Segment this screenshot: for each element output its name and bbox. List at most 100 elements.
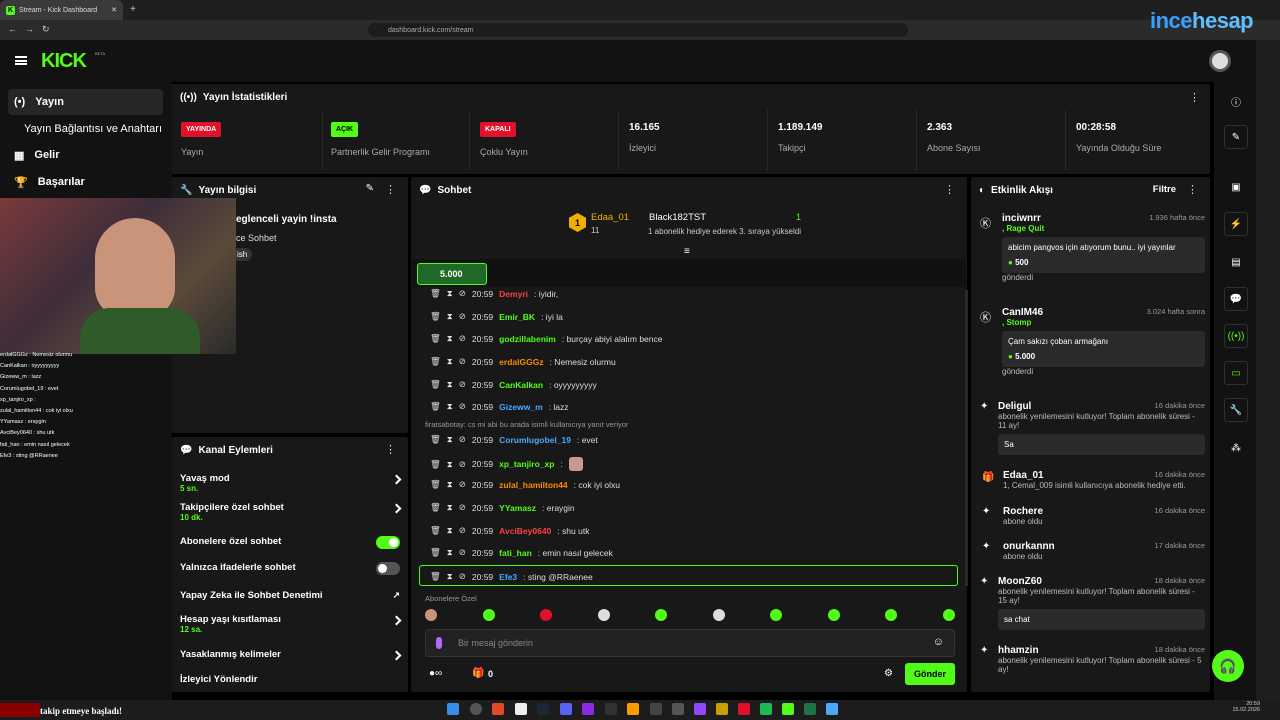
brave-icon[interactable] bbox=[492, 703, 504, 715]
toggle-on[interactable] bbox=[376, 536, 400, 549]
timeout-icon[interactable]: ⧗ bbox=[447, 571, 453, 582]
trash-icon[interactable]: 🗑 bbox=[430, 333, 441, 344]
action-subs-only[interactable]: Abonelere özel sohbet bbox=[180, 536, 400, 549]
action-ai-moderation[interactable]: Yapay Zeka ile Sohbet Denetimi ↗ bbox=[180, 590, 400, 601]
timeout-icon[interactable]: ⧗ bbox=[447, 434, 453, 445]
top-gifter-name[interactable]: Edaa_01 bbox=[591, 212, 629, 223]
nav-arrows-icon[interactable]: ←→↻ bbox=[8, 24, 58, 35]
kicks-icon[interactable]: ●∞ bbox=[429, 668, 442, 679]
timeout-icon[interactable]: ⧗ bbox=[447, 288, 453, 299]
emote-icon[interactable] bbox=[827, 609, 840, 621]
message-user[interactable]: CanKalkan bbox=[499, 380, 543, 390]
trash-icon[interactable]: 🗑 bbox=[430, 356, 441, 367]
action-emote-only[interactable]: Yalnızca ifadelerle sohbet bbox=[180, 562, 400, 575]
trash-icon[interactable]: 🗑 bbox=[430, 311, 441, 322]
action-account-age[interactable]: Hesap yaşı kısıtlaması 12 sa. bbox=[180, 614, 402, 634]
wrench-icon[interactable]: 🔧 bbox=[1224, 398, 1248, 422]
edit-icon[interactable]: ✎ bbox=[1224, 125, 1248, 149]
browser-tab[interactable]: K Stream - Kick Dashboard ✕ bbox=[0, 0, 123, 20]
ban-icon[interactable]: ⊘ bbox=[459, 479, 466, 490]
message-user[interactable]: godzillabenim bbox=[499, 334, 556, 344]
more-options-icon[interactable]: ⋮ bbox=[1187, 183, 1198, 196]
action-slow-mode[interactable]: Yavaş mod 5 sn. bbox=[180, 473, 402, 493]
more-options-icon[interactable]: ⋮ bbox=[1189, 91, 1200, 104]
chat-message[interactable]: 🗑 ⧗ ⊘ 20:59 godzillabenim: burçay abiyi alal… bbox=[430, 333, 662, 344]
timeout-icon[interactable]: ⧗ bbox=[447, 379, 453, 390]
message-user[interactable]: AvciBey0640 bbox=[499, 526, 551, 536]
chat-message[interactable]: 🗑 ⧗ ⊘ 20:59 Gizeww_m: lazz bbox=[430, 401, 568, 412]
ban-icon[interactable]: ⊘ bbox=[459, 459, 466, 470]
chat-message[interactable]: 🗑 ⧗ ⊘ 20:59 AvciBey0640: shu utk bbox=[430, 525, 589, 536]
spotify-icon[interactable] bbox=[760, 703, 772, 715]
gift-icon[interactable]: 🎁 bbox=[472, 668, 484, 679]
ban-icon[interactable]: ⊘ bbox=[459, 333, 466, 344]
chat-message[interactable]: 🗑 ⧗ ⊘ 20:59 Emir_BK: iyi la bbox=[430, 311, 563, 322]
message-user[interactable]: YYamasz bbox=[499, 503, 536, 513]
emote-icon[interactable] bbox=[482, 609, 495, 621]
trash-icon[interactable]: 🗑 bbox=[430, 379, 441, 390]
ban-icon[interactable]: ⊘ bbox=[459, 434, 466, 445]
emote-icon[interactable] bbox=[942, 609, 955, 621]
timeout-icon[interactable]: ⧗ bbox=[447, 502, 453, 513]
message-user[interactable]: fati_han bbox=[499, 548, 532, 558]
trash-icon[interactable]: 🗑 bbox=[430, 525, 441, 536]
chat-message[interactable]: 🗑 ⧗ ⊘ 20:59 fati_han: emin nasıl gelecek bbox=[430, 547, 613, 558]
app-icon[interactable] bbox=[650, 703, 662, 715]
windows-start-icon[interactable] bbox=[447, 703, 459, 715]
steam-icon[interactable] bbox=[537, 703, 549, 715]
broadcast-icon[interactable]: ((•)) bbox=[1224, 324, 1248, 348]
emote-icon[interactable] bbox=[540, 609, 553, 621]
trash-icon[interactable]: 🗑 bbox=[430, 502, 441, 513]
emote-icon[interactable] bbox=[712, 609, 725, 621]
ban-icon[interactable]: ⊘ bbox=[459, 571, 466, 582]
search-icon[interactable] bbox=[470, 703, 482, 715]
new-tab-icon[interactable]: + bbox=[130, 4, 136, 15]
toggle-off[interactable] bbox=[376, 562, 400, 575]
ban-icon[interactable]: ⊘ bbox=[459, 356, 466, 367]
ban-icon[interactable]: ⊘ bbox=[459, 311, 466, 322]
kick-logo[interactable]: KICK bbox=[41, 50, 87, 73]
emote-icon[interactable] bbox=[770, 609, 783, 621]
card-icon[interactable]: ▭ bbox=[1224, 361, 1248, 385]
more-options-icon[interactable]: ⋮ bbox=[385, 443, 396, 456]
chat-message[interactable]: 🗑 ⧗ ⊘ 20:59 CanKalkan: oyyyyyyyyy bbox=[430, 379, 597, 390]
app-icon[interactable] bbox=[605, 703, 617, 715]
chat-message[interactable]: 🗑 ⧗ ⊘ 20:59 Demyri: iyidir, bbox=[430, 288, 558, 299]
ban-icon[interactable]: ⊘ bbox=[459, 379, 466, 390]
ban-icon[interactable]: ⊘ bbox=[459, 547, 466, 558]
info-icon[interactable]: ⓘ bbox=[1224, 89, 1248, 113]
profile-avatar[interactable] bbox=[1209, 50, 1231, 72]
trash-icon[interactable]: 🗑 bbox=[430, 571, 441, 582]
gear-icon[interactable]: ⚙ bbox=[884, 668, 893, 679]
timeout-icon[interactable]: ⧗ bbox=[447, 333, 453, 344]
chat-message[interactable]: 🗑 ⧗ ⊘ 20:59 Corumlugobel_19: evet bbox=[430, 434, 598, 445]
chat-message[interactable]: 🗑 ⧗ ⊘ 20:59 xp_tanjiro_xp: bbox=[430, 457, 583, 471]
sidebar-item-stream-key[interactable]: Yayın Bağlantısı ve Anahtarı bbox=[8, 116, 163, 142]
trash-icon[interactable]: 🗑 bbox=[430, 401, 441, 412]
chat-message[interactable]: 🗑 ⧗ ⊘ 20:59 YYamasz: eraygin bbox=[430, 502, 575, 513]
message-user[interactable]: Gizeww_m bbox=[499, 402, 542, 412]
emoji-icon[interactable]: ☺ bbox=[933, 636, 944, 648]
document-icon[interactable]: ▤ bbox=[1224, 250, 1248, 274]
collapse-icon[interactable]: ≡ bbox=[684, 246, 690, 257]
hamburger-menu-icon[interactable] bbox=[15, 56, 27, 65]
timeout-icon[interactable]: ⧗ bbox=[447, 547, 453, 558]
message-user[interactable]: erdalGGGz bbox=[499, 357, 543, 367]
timeout-icon[interactable]: ⧗ bbox=[447, 401, 453, 412]
discord-icon[interactable] bbox=[560, 703, 572, 715]
vlc-icon[interactable] bbox=[627, 703, 639, 715]
app-icon[interactable] bbox=[716, 703, 728, 715]
microphone-icon[interactable] bbox=[436, 637, 442, 649]
timeout-icon[interactable]: ⧗ bbox=[447, 479, 453, 490]
trash-icon[interactable]: 🗑 bbox=[430, 547, 441, 558]
kick-app-icon[interactable] bbox=[782, 703, 794, 715]
message-user[interactable]: zulal_hamilton44 bbox=[499, 480, 568, 490]
app-icon[interactable] bbox=[826, 703, 838, 715]
action-followers-only[interactable]: Takipçilere özel sohbet 10 dk. bbox=[180, 502, 402, 522]
message-user[interactable]: Demyri bbox=[499, 289, 528, 299]
chat-input[interactable]: Bir mesaj gönderin ☺ bbox=[425, 629, 955, 657]
trash-icon[interactable]: 🗑 bbox=[430, 459, 441, 470]
timeout-icon[interactable]: ⧗ bbox=[447, 311, 453, 322]
timeout-icon[interactable]: ⧗ bbox=[447, 525, 453, 536]
emote-icon[interactable] bbox=[597, 609, 610, 621]
